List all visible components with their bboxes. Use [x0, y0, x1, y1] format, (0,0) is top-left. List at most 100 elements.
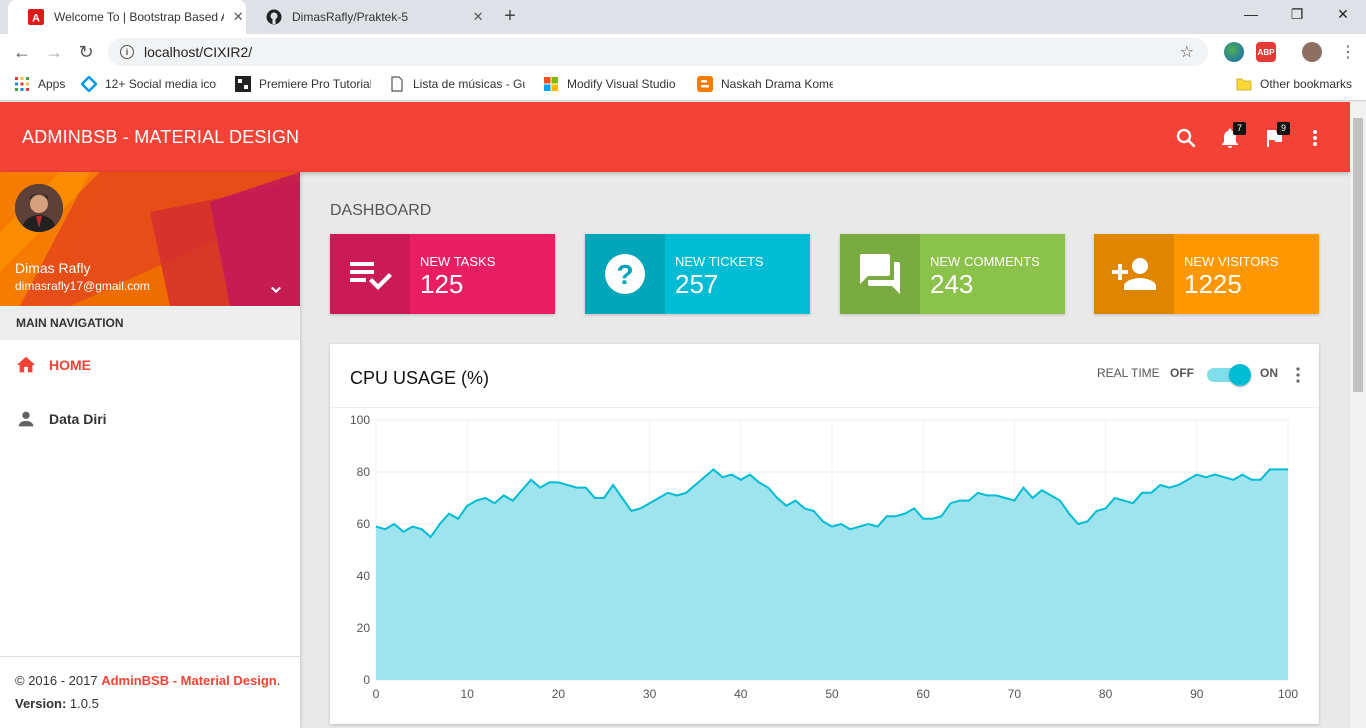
tab-close-icon[interactable]: ✕: [230, 9, 246, 25]
minimize-icon[interactable]: —: [1236, 6, 1266, 22]
bookmark-visual-studio[interactable]: Modify Visual Studio: [543, 76, 679, 92]
restore-icon[interactable]: ❐: [1282, 6, 1312, 23]
bookmark-label: Other bookmarks: [1260, 77, 1353, 91]
sidebar-item-label: HOME: [49, 357, 91, 373]
address-bar[interactable]: i localhost/CIXIR2/ ☆: [108, 38, 1208, 66]
browser-menu-icon[interactable]: ⋮: [1336, 40, 1360, 64]
info-box-new-tickets[interactable]: ? NEW TICKETS 257: [585, 234, 810, 314]
forward-icon[interactable]: →: [42, 40, 66, 64]
card-more-vert-icon[interactable]: [1292, 364, 1304, 386]
bookmark-label: Lista de músicas - Gu: [413, 77, 525, 91]
toggle-knob: [1229, 364, 1251, 386]
x-tick-label: 40: [734, 687, 748, 701]
help-icon: ?: [585, 234, 665, 314]
y-tick-label: 80: [357, 465, 371, 479]
user-name: Dimas Rafly: [15, 260, 91, 276]
notifications-button[interactable]: 7: [1218, 122, 1246, 150]
copyright-text: © 2016 - 2017: [15, 673, 102, 688]
user-email: dimasrafly17@gmail.com: [15, 279, 150, 293]
tab-adminbsb[interactable]: A Welcome To | Bootstrap Based Admin ✕: [8, 0, 246, 34]
bookmark-apps[interactable]: Apps: [14, 76, 65, 92]
bookmark-star-icon[interactable]: ☆: [1180, 42, 1194, 62]
bookmark-label: Premiere Pro Tutorial: [259, 77, 371, 91]
social-icon: [81, 76, 97, 92]
y-tick-label: 40: [357, 569, 371, 583]
svg-text:A: A: [32, 13, 40, 25]
notifications-badge: 7: [1233, 122, 1246, 135]
x-tick-label: 100: [1278, 687, 1298, 701]
document-icon: [391, 76, 403, 92]
x-tick-label: 70: [1008, 687, 1022, 701]
info-box-label: NEW VISITORS: [1184, 254, 1279, 269]
x-tick-label: 90: [1190, 687, 1204, 701]
bookmark-naskah-drama[interactable]: Naskah Drama Kome: [697, 76, 833, 92]
other-bookmarks[interactable]: Other bookmarks: [1236, 76, 1352, 92]
svg-text:?: ?: [616, 259, 633, 290]
version: Version: 1.0.5: [15, 696, 285, 711]
bookmark-lista-musicas[interactable]: Lista de músicas - Gu: [389, 76, 525, 92]
sidebar-item-home[interactable]: HOME: [0, 340, 300, 390]
site-info-icon[interactable]: i: [120, 45, 134, 59]
page-scrollbar[interactable]: [1350, 102, 1366, 728]
cpu-usage-chart: 0 10 20 30 40 50 60 70 80 90 100 0 20 40 60 80 100: [350, 413, 1298, 701]
profile-avatar-icon[interactable]: [1302, 42, 1322, 62]
tab-close-icon[interactable]: ✕: [470, 9, 486, 25]
x-tick-label: 50: [825, 687, 839, 701]
more-vert-icon[interactable]: [1303, 126, 1327, 150]
window-close-icon[interactable]: ✕: [1328, 6, 1358, 23]
version-value: 1.0.5: [66, 696, 99, 711]
sidebar-item-data-diri[interactable]: Data Diri: [0, 394, 300, 444]
info-box-value: 125: [420, 269, 464, 299]
home-icon: [16, 356, 36, 373]
left-sidebar: Dimas Rafly dimasrafly17@gmail.com MAIN …: [0, 172, 300, 728]
forum-icon: [840, 234, 920, 314]
version-label: Version:: [15, 696, 67, 711]
bookmark-label: Naskah Drama Kome: [721, 77, 833, 91]
info-box-label: NEW TASKS: [420, 254, 496, 269]
tab-github[interactable]: DimasRafly/Praktek-5 ✕: [246, 0, 486, 34]
x-tick-label: 10: [461, 687, 475, 701]
reload-icon[interactable]: ↻: [74, 40, 98, 64]
globe-extension-icon[interactable]: [1224, 42, 1244, 62]
bookmarks-bar: Apps 12+ Social media icons Premiere Pro…: [0, 70, 1366, 101]
bookmark-social-icons[interactable]: 12+ Social media icons: [81, 76, 217, 92]
realtime-toggle[interactable]: [1207, 364, 1251, 386]
card-title: CPU USAGE (%): [350, 368, 490, 388]
bookmark-label: Apps: [38, 77, 66, 91]
playlist-check-icon: [330, 234, 410, 314]
copyright: © 2016 - 2017 AdminBSB - Material Design…: [15, 673, 285, 688]
folder-icon: [1236, 78, 1252, 91]
y-tick-label: 100: [350, 413, 370, 427]
adblock-extension-icon[interactable]: ABP: [1256, 42, 1276, 62]
y-tick-label: 20: [357, 621, 371, 635]
info-box-new-tasks[interactable]: NEW TASKS 125: [330, 234, 555, 314]
bookmark-label: 12+ Social media icons: [105, 77, 217, 91]
info-box-new-visitors[interactable]: NEW VISITORS 1225: [1094, 234, 1319, 314]
tab-title: Welcome To | Bootstrap Based Admin: [54, 10, 224, 24]
search-icon[interactable]: [1174, 126, 1198, 150]
realtime-on-label: ON: [1260, 366, 1278, 380]
x-tick-label: 0: [373, 687, 380, 701]
back-icon[interactable]: ←: [10, 40, 34, 64]
user-avatar[interactable]: [15, 184, 63, 232]
x-tick-label: 80: [1099, 687, 1113, 701]
tasks-badge: 9: [1277, 122, 1290, 135]
app-brand[interactable]: ADMINBSB - MATERIAL DESIGN: [22, 127, 299, 148]
info-box-value: 243: [930, 269, 974, 299]
new-tab-button[interactable]: +: [498, 5, 522, 28]
apps-grid-icon: [15, 77, 29, 91]
y-tick-label: 0: [363, 673, 370, 687]
copyright-brand-link[interactable]: AdminBSB - Material Design: [101, 673, 277, 688]
tasks-button[interactable]: 9: [1262, 122, 1290, 150]
scrollbar-thumb[interactable]: [1353, 118, 1363, 392]
info-box-label: NEW COMMENTS: [930, 254, 1040, 269]
tab-title: DimasRafly/Praktek-5: [292, 10, 409, 24]
card-header: CPU USAGE (%) REAL TIME OFF ON: [330, 344, 1319, 408]
bookmark-premiere[interactable]: Premiere Pro Tutorial: [235, 76, 371, 92]
app-top-bar: ADMINBSB - MATERIAL DESIGN 7 9: [0, 102, 1350, 172]
x-tick-label: 30: [643, 687, 657, 701]
info-box-label: NEW TICKETS: [675, 254, 764, 269]
info-box-new-comments[interactable]: NEW COMMENTS 243: [840, 234, 1065, 314]
user-menu-chevron-down-icon[interactable]: [266, 280, 286, 305]
realtime-off-label: OFF: [1170, 366, 1194, 380]
